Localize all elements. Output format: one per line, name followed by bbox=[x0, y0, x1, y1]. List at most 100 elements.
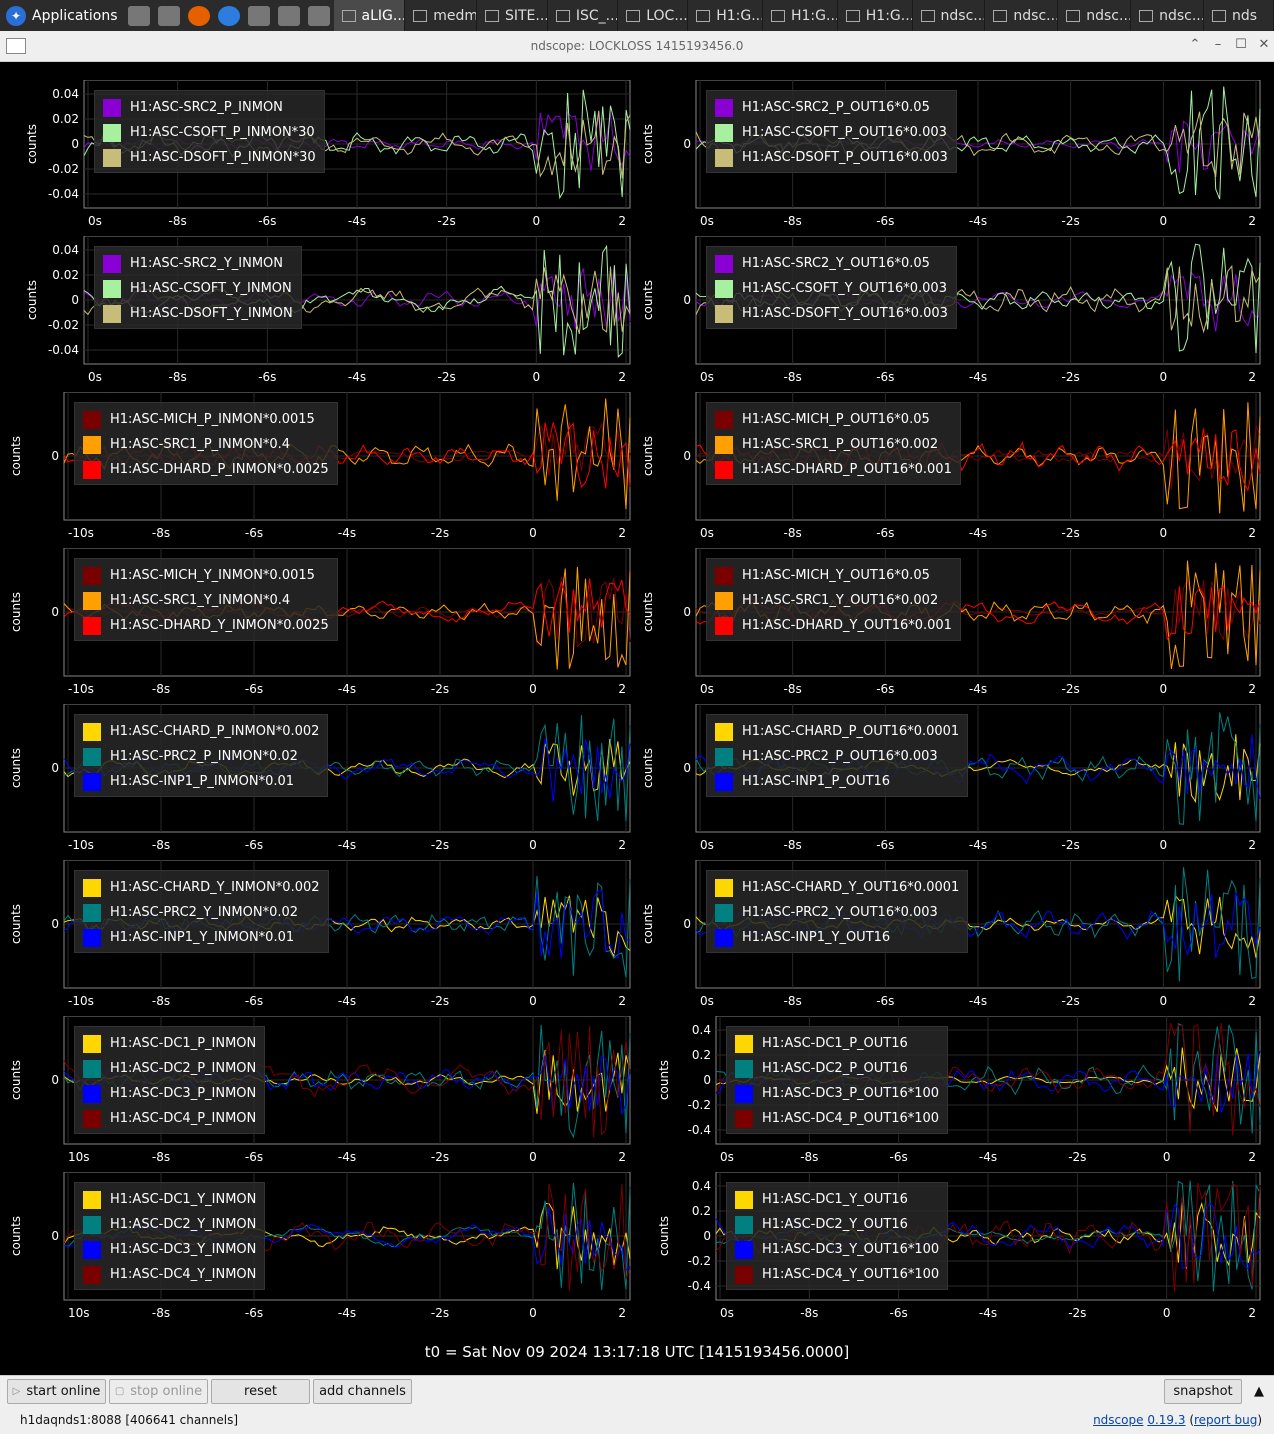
taskbar-task[interactable]: aLIG... bbox=[333, 0, 406, 31]
legend-entry[interactable]: H1:ASC-DC2_Y_INMON bbox=[83, 1212, 256, 1237]
legend-entry[interactable]: H1:ASC-DSOFT_Y_OUT16*0.003 bbox=[715, 301, 948, 326]
plot-panel[interactable]: 10s -8s -6s -4s -2s 0 2 0 counts H1:ASC-DC1_Y_INM… bbox=[6, 1172, 638, 1322]
plot-panel[interactable]: 0s -8s -6s -4s -2s 0 2 0.4 0.2 0 -0.2 -0.4 counts H1:… bbox=[638, 1172, 1268, 1322]
legend-entry[interactable]: H1:ASC-INP1_P_OUT16 bbox=[715, 769, 959, 794]
taskbar-task[interactable]: ISC_... bbox=[548, 0, 619, 31]
share-icon[interactable] bbox=[247, 5, 270, 26]
legend-entry[interactable]: H1:ASC-SRC2_P_INMON bbox=[103, 95, 316, 120]
chromium-icon[interactable] bbox=[217, 5, 240, 26]
legend-entry[interactable]: H1:ASC-DHARD_P_OUT16*0.001 bbox=[715, 457, 952, 482]
legend-entry[interactable]: H1:ASC-SRC1_Y_OUT16*0.002 bbox=[715, 588, 952, 613]
legend-entry[interactable]: H1:ASC-DSOFT_P_INMON*30 bbox=[103, 145, 316, 170]
legend-entry[interactable]: H1:ASC-DC4_Y_OUT16*100 bbox=[735, 1262, 939, 1287]
plot-panel[interactable]: 0s -8s -6s -4s -2s 0 2 0 counts H1:ASC-CHARD_P_OU… bbox=[638, 704, 1268, 854]
legend-entry[interactable]: H1:ASC-MICH_Y_INMON*0.0015 bbox=[83, 563, 329, 588]
close-icon[interactable]: ✕ bbox=[1255, 37, 1273, 52]
plot-panel[interactable]: -10s -8s -6s -4s -2s 0 2 0 counts H1:ASC-CHARD_Y_… bbox=[6, 860, 638, 1010]
legend-entry[interactable]: H1:ASC-PRC2_Y_OUT16*0.003 bbox=[715, 900, 959, 925]
legend-entry[interactable]: H1:ASC-DC1_P_INMON bbox=[83, 1031, 256, 1056]
plot-panel[interactable]: -10s -8s -6s -4s -2s 0 2 0 counts H1:ASC-MICH_P_I… bbox=[6, 392, 638, 542]
taskbar-task[interactable]: LOC... bbox=[618, 0, 689, 31]
start-online-button[interactable]: ▷ start online bbox=[7, 1379, 106, 1404]
legend-entry[interactable]: H1:ASC-MICH_P_INMON*0.0015 bbox=[83, 407, 329, 432]
plot-panel[interactable]: 0s -8s -6s -4s -2s 0 2 0.4 0.2 0 -0.2 -0.4 counts H1:… bbox=[638, 1016, 1268, 1166]
legend-entry[interactable]: H1:ASC-CHARD_Y_OUT16*0.0001 bbox=[715, 875, 959, 900]
plot-panel[interactable]: 0s -8s -6s -4s -2s 0 2 0 counts H1:ASC-SRC2_P_OUT… bbox=[638, 80, 1268, 230]
stop-online-button[interactable]: ▢ stop online bbox=[109, 1379, 208, 1404]
taskbar-task[interactable]: ndsc... bbox=[1131, 0, 1204, 31]
legend-entry[interactable]: H1:ASC-SRC2_Y_INMON bbox=[103, 251, 293, 276]
plot-panel[interactable]: 0s -8s -6s -4s -2s 0 2 0.04 0.02 0 -0.02 -0.04 count… bbox=[6, 236, 638, 386]
minimize-icon[interactable]: – bbox=[1209, 37, 1227, 52]
snapshot-button[interactable]: snapshot bbox=[1164, 1379, 1242, 1404]
legend-entry[interactable]: H1:ASC-MICH_Y_OUT16*0.05 bbox=[715, 563, 952, 588]
legend-entry[interactable]: H1:ASC-CSOFT_P_INMON*30 bbox=[103, 120, 316, 145]
legend-entry[interactable]: H1:ASC-SRC1_Y_INMON*0.4 bbox=[83, 588, 329, 613]
report-bug-link[interactable]: report bug bbox=[1194, 1413, 1257, 1427]
legend-entry[interactable]: H1:ASC-INP1_Y_OUT16 bbox=[715, 925, 959, 950]
plot-panel[interactable]: -10s -8s -6s -4s -2s 0 2 0 counts H1:ASC-MICH_Y_I… bbox=[6, 548, 638, 698]
taskbar-task[interactable]: SITE... bbox=[477, 0, 548, 31]
expand-up-icon[interactable]: ▲ bbox=[1248, 1379, 1270, 1404]
legend-entry[interactable]: H1:ASC-SRC2_P_OUT16*0.05 bbox=[715, 95, 948, 120]
legend-entry[interactable]: H1:ASC-CSOFT_Y_OUT16*0.003 bbox=[715, 276, 948, 301]
firefox-icon[interactable] bbox=[187, 5, 210, 26]
legend-entry[interactable]: H1:ASC-INP1_Y_INMON*0.01 bbox=[83, 925, 320, 950]
folder-icon[interactable] bbox=[157, 5, 180, 26]
legend-entry[interactable]: H1:ASC-DC2_P_INMON bbox=[83, 1056, 256, 1081]
taskbar-task[interactable]: ndsc... bbox=[913, 0, 986, 31]
legend-entry[interactable]: H1:ASC-DC3_Y_OUT16*100 bbox=[735, 1237, 939, 1262]
ndscope-link[interactable]: ndscope bbox=[1093, 1413, 1143, 1427]
legend-entry[interactable]: H1:ASC-CHARD_Y_INMON*0.002 bbox=[83, 875, 320, 900]
legend-entry[interactable]: H1:ASC-DSOFT_Y_INMON bbox=[103, 301, 293, 326]
plot-panel[interactable]: 0s -8s -6s -4s -2s 0 2 0 counts H1:ASC-MICH_Y_OUT… bbox=[638, 548, 1268, 698]
legend-entry[interactable]: H1:ASC-DC3_Y_INMON bbox=[83, 1237, 256, 1262]
legend-entry[interactable]: H1:ASC-DC4_Y_INMON bbox=[83, 1262, 256, 1287]
plot-panel[interactable]: -10s -8s -6s -4s -2s 0 2 0 counts H1:ASC-CHARD_P_… bbox=[6, 704, 638, 854]
legend-entry[interactable]: H1:ASC-INP1_P_INMON*0.01 bbox=[83, 769, 319, 794]
taskbar-task[interactable]: ndsc... bbox=[985, 0, 1059, 31]
plot-panel[interactable]: 0s -8s -6s -4s -2s 0 2 0 counts H1:ASC-MICH_P_OUT… bbox=[638, 392, 1268, 542]
legend-entry[interactable]: H1:ASC-CHARD_P_INMON*0.002 bbox=[83, 719, 319, 744]
legend-entry[interactable]: H1:ASC-DC3_P_OUT16*100 bbox=[735, 1081, 939, 1106]
legend-entry[interactable]: H1:ASC-DC1_Y_OUT16 bbox=[735, 1187, 939, 1212]
taskbar-task[interactable]: nds bbox=[1204, 0, 1274, 31]
legend-entry[interactable]: H1:ASC-SRC2_Y_OUT16*0.05 bbox=[715, 251, 948, 276]
legend-entry[interactable]: H1:ASC-CSOFT_P_OUT16*0.003 bbox=[715, 120, 948, 145]
taskbar-task[interactable]: H1:G... bbox=[838, 0, 913, 31]
taskbar-task[interactable]: H1:G... bbox=[763, 0, 838, 31]
legend-entry[interactable]: H1:ASC-CSOFT_Y_INMON bbox=[103, 276, 293, 301]
legend-entry[interactable]: H1:ASC-PRC2_Y_INMON*0.02 bbox=[83, 900, 320, 925]
legend-entry[interactable]: H1:ASC-SRC1_P_INMON*0.4 bbox=[83, 432, 329, 457]
taskbar-task[interactable]: medm bbox=[405, 0, 477, 31]
legend-entry[interactable]: H1:ASC-PRC2_P_OUT16*0.003 bbox=[715, 744, 959, 769]
legend-entry[interactable]: H1:ASC-DHARD_P_INMON*0.0025 bbox=[83, 457, 329, 482]
legend-entry[interactable]: H1:ASC-DHARD_Y_OUT16*0.001 bbox=[715, 613, 952, 638]
plot-panel[interactable]: 0s -8s -6s -4s -2s 0 2 0 counts H1:ASC-CHARD_Y_OU… bbox=[638, 860, 1268, 1010]
version-link[interactable]: 0.19.3 bbox=[1147, 1413, 1185, 1427]
maximize-icon[interactable]: ☐ bbox=[1232, 37, 1250, 52]
legend-entry[interactable]: H1:ASC-DC2_Y_OUT16 bbox=[735, 1212, 939, 1237]
plot-panel[interactable]: 10s -8s -6s -4s -2s 0 2 0 counts H1:ASC-DC1_P_INM… bbox=[6, 1016, 638, 1166]
legend-entry[interactable]: H1:ASC-SRC1_P_OUT16*0.002 bbox=[715, 432, 952, 457]
legend-entry[interactable]: H1:ASC-MICH_P_OUT16*0.05 bbox=[715, 407, 952, 432]
legend-entry[interactable]: H1:ASC-DHARD_Y_INMON*0.0025 bbox=[83, 613, 329, 638]
plot-panel[interactable]: 0s -8s -6s -4s -2s 0 2 0 counts H1:ASC-SRC2_Y_OUT… bbox=[638, 236, 1268, 386]
shade-icon[interactable]: ⌃ bbox=[1186, 37, 1204, 52]
applications-menu[interactable]: ✦ Applications bbox=[0, 0, 124, 31]
add-channels-button[interactable]: add channels bbox=[313, 1379, 412, 1404]
legend-entry[interactable]: H1:ASC-DC3_P_INMON bbox=[83, 1081, 256, 1106]
legend-entry[interactable]: H1:ASC-DC2_P_OUT16 bbox=[735, 1056, 939, 1081]
legend-entry[interactable]: H1:ASC-DC1_P_OUT16 bbox=[735, 1031, 939, 1056]
taskbar-task[interactable]: ndsc... bbox=[1058, 0, 1132, 31]
legend-entry[interactable]: H1:ASC-PRC2_P_INMON*0.02 bbox=[83, 744, 319, 769]
legend-entry[interactable]: H1:ASC-CHARD_P_OUT16*0.0001 bbox=[715, 719, 959, 744]
legend-entry[interactable]: H1:ASC-DC4_P_INMON bbox=[83, 1106, 256, 1131]
legend-entry[interactable]: H1:ASC-DSOFT_P_OUT16*0.003 bbox=[715, 145, 948, 170]
terminal-icon[interactable] bbox=[127, 5, 150, 26]
users-icon[interactable] bbox=[277, 5, 300, 26]
taskbar-task[interactable]: H1:G... bbox=[688, 0, 763, 31]
editor-icon[interactable] bbox=[307, 5, 330, 26]
legend-entry[interactable]: H1:ASC-DC1_Y_INMON bbox=[83, 1187, 256, 1212]
plot-panel[interactable]: 0s -8s -6s -4s -2s 0 2 0.04 0.02 0 -0.02 -0.04 count… bbox=[6, 80, 638, 230]
